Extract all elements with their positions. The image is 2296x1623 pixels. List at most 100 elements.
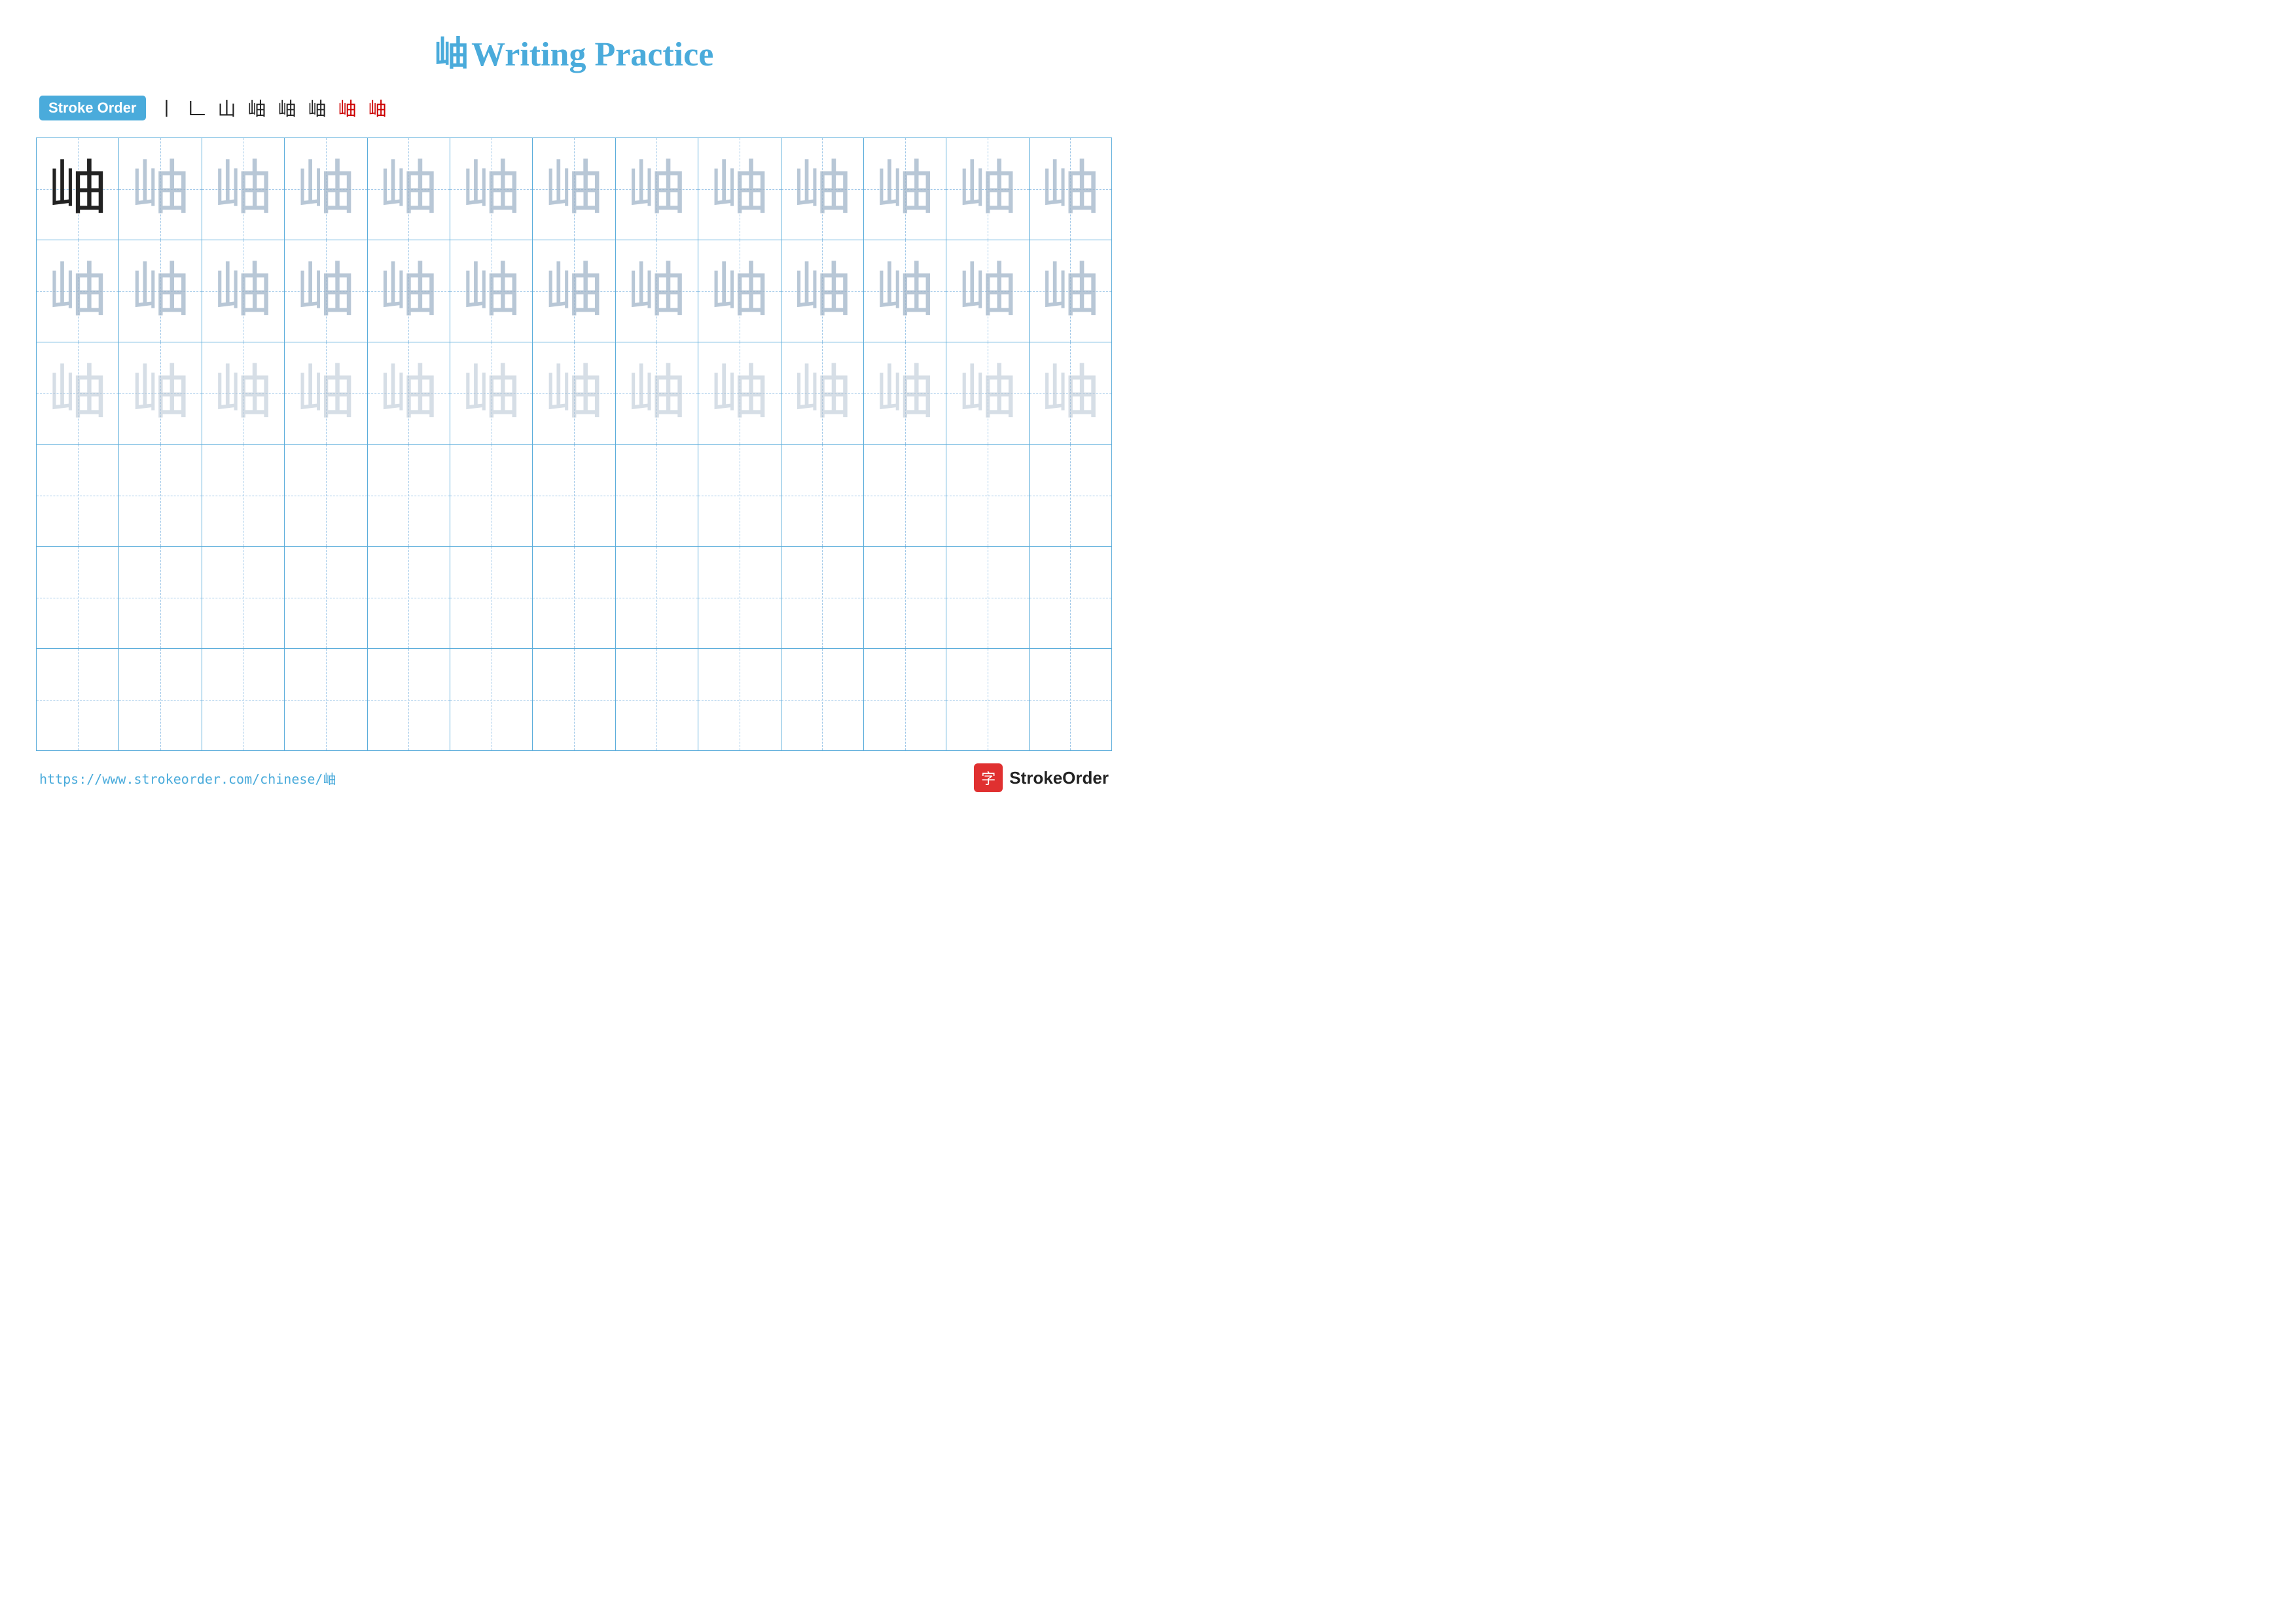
grid-cell: 岫 (698, 342, 781, 444)
grid-cell[interactable] (202, 445, 285, 546)
grid-cell: 岫 (946, 342, 1029, 444)
stroke-step-6: 岫 (308, 95, 327, 121)
grid-row-1: 岫 岫 岫 岫 岫 岫 岫 岫 岫 岫 岫 岫 岫 (37, 138, 1111, 240)
grid-cell[interactable] (1030, 649, 1111, 750)
grid-cell: 岫 (781, 240, 864, 342)
grid-cell: 岫 (1030, 342, 1111, 444)
grid-cell[interactable] (202, 547, 285, 648)
grid-cell[interactable] (285, 547, 367, 648)
grid-cell: 岫 (946, 138, 1029, 240)
grid-cell: 岫 (533, 240, 615, 342)
grid-cell[interactable] (781, 445, 864, 546)
grid-cell[interactable] (533, 649, 615, 750)
grid-cell: 岫 (864, 138, 946, 240)
grid-cell: 岫 (202, 342, 285, 444)
grid-cell[interactable] (1030, 547, 1111, 648)
grid-cell: 岫 (119, 240, 202, 342)
grid-cell: 岫 (368, 138, 450, 240)
grid-cell[interactable] (119, 445, 202, 546)
grid-cell[interactable] (368, 649, 450, 750)
grid-cell: 岫 (285, 138, 367, 240)
grid-cell[interactable] (37, 547, 119, 648)
grid-cell[interactable] (1030, 445, 1111, 546)
grid-cell: 岫 (946, 240, 1029, 342)
grid-cell: 岫 (37, 342, 119, 444)
grid-cell: 岫 (781, 342, 864, 444)
grid-cell: 岫 (1030, 138, 1111, 240)
grid-cell[interactable] (285, 445, 367, 546)
footer-url[interactable]: https://www.strokeorder.com/chinese/岫 (39, 769, 336, 788)
grid-cell: 岫 (864, 240, 946, 342)
grid-cell: 岫 (616, 138, 698, 240)
grid-cell[interactable] (533, 445, 615, 546)
grid-cell: 岫 (781, 138, 864, 240)
logo-icon: 字 (974, 763, 1003, 792)
grid-cell[interactable] (946, 547, 1029, 648)
grid-cell: 岫 (368, 240, 450, 342)
grid-cell[interactable] (616, 649, 698, 750)
stroke-step-2: 𠃊 (188, 95, 206, 121)
grid-cell[interactable] (616, 445, 698, 546)
grid-cell[interactable] (698, 445, 781, 546)
stroke-order-row: Stroke Order 丨 𠃊 山 岫 岫 岫 岫 岫 (0, 88, 1148, 128)
grid-cell: 岫 (37, 240, 119, 342)
stroke-step-7: 岫 (338, 95, 357, 121)
footer-logo: 字 StrokeOrder (974, 763, 1109, 792)
title-char: 岫 (435, 35, 469, 73)
grid-cell[interactable] (368, 547, 450, 648)
stroke-order-badge: Stroke Order (39, 96, 146, 120)
grid-cell[interactable] (368, 445, 450, 546)
grid-cell: 岫 (616, 342, 698, 444)
grid-cell: 岫 (450, 240, 533, 342)
grid-cell: 岫 (368, 342, 450, 444)
grid-cell: 岫 (119, 342, 202, 444)
grid-cell: 岫 (202, 138, 285, 240)
grid-cell[interactable] (864, 649, 946, 750)
grid-cell[interactable] (450, 649, 533, 750)
grid-row-5 (37, 547, 1111, 649)
grid-cell[interactable] (450, 445, 533, 546)
grid-cell[interactable] (450, 547, 533, 648)
grid-row-6 (37, 649, 1111, 750)
grid-cell: 岫 (533, 342, 615, 444)
page-title: 岫 Writing Practice (0, 0, 1148, 75)
stroke-step-4: 岫 (248, 95, 266, 121)
grid-cell: 岫 (119, 138, 202, 240)
grid-cell[interactable] (864, 445, 946, 546)
grid-cell[interactable] (946, 445, 1029, 546)
grid-cell: 岫 (698, 138, 781, 240)
grid-cell: 岫 (37, 138, 119, 240)
grid-cell[interactable] (698, 649, 781, 750)
grid-cell[interactable] (781, 547, 864, 648)
practice-grid: 岫 岫 岫 岫 岫 岫 岫 岫 岫 岫 岫 岫 岫 岫 岫 岫 岫 岫 岫 岫 … (36, 137, 1112, 751)
stroke-step-1: 丨 (158, 95, 176, 121)
grid-cell: 岫 (285, 240, 367, 342)
grid-row-4 (37, 445, 1111, 547)
grid-cell[interactable] (698, 547, 781, 648)
grid-row-2: 岫 岫 岫 岫 岫 岫 岫 岫 岫 岫 岫 岫 岫 (37, 240, 1111, 342)
grid-cell[interactable] (37, 445, 119, 546)
grid-cell[interactable] (616, 547, 698, 648)
stroke-step-5: 岫 (278, 95, 296, 121)
grid-cell: 岫 (450, 138, 533, 240)
stroke-step-3: 山 (218, 95, 236, 121)
grid-row-3: 岫 岫 岫 岫 岫 岫 岫 岫 岫 岫 岫 岫 岫 (37, 342, 1111, 445)
grid-cell: 岫 (864, 342, 946, 444)
grid-cell[interactable] (285, 649, 367, 750)
grid-cell[interactable] (533, 547, 615, 648)
grid-cell: 岫 (450, 342, 533, 444)
title-label: Writing Practice (471, 36, 713, 73)
grid-cell[interactable] (119, 649, 202, 750)
footer: https://www.strokeorder.com/chinese/岫 字 … (0, 763, 1148, 792)
grid-cell: 岫 (616, 240, 698, 342)
grid-cell: 岫 (202, 240, 285, 342)
grid-cell[interactable] (202, 649, 285, 750)
grid-cell[interactable] (864, 547, 946, 648)
grid-cell: 岫 (533, 138, 615, 240)
grid-cell[interactable] (37, 649, 119, 750)
grid-cell[interactable] (946, 649, 1029, 750)
grid-cell[interactable] (781, 649, 864, 750)
stroke-step-8: 岫 (368, 95, 387, 121)
grid-cell[interactable] (119, 547, 202, 648)
logo-text: StrokeOrder (1009, 768, 1109, 788)
